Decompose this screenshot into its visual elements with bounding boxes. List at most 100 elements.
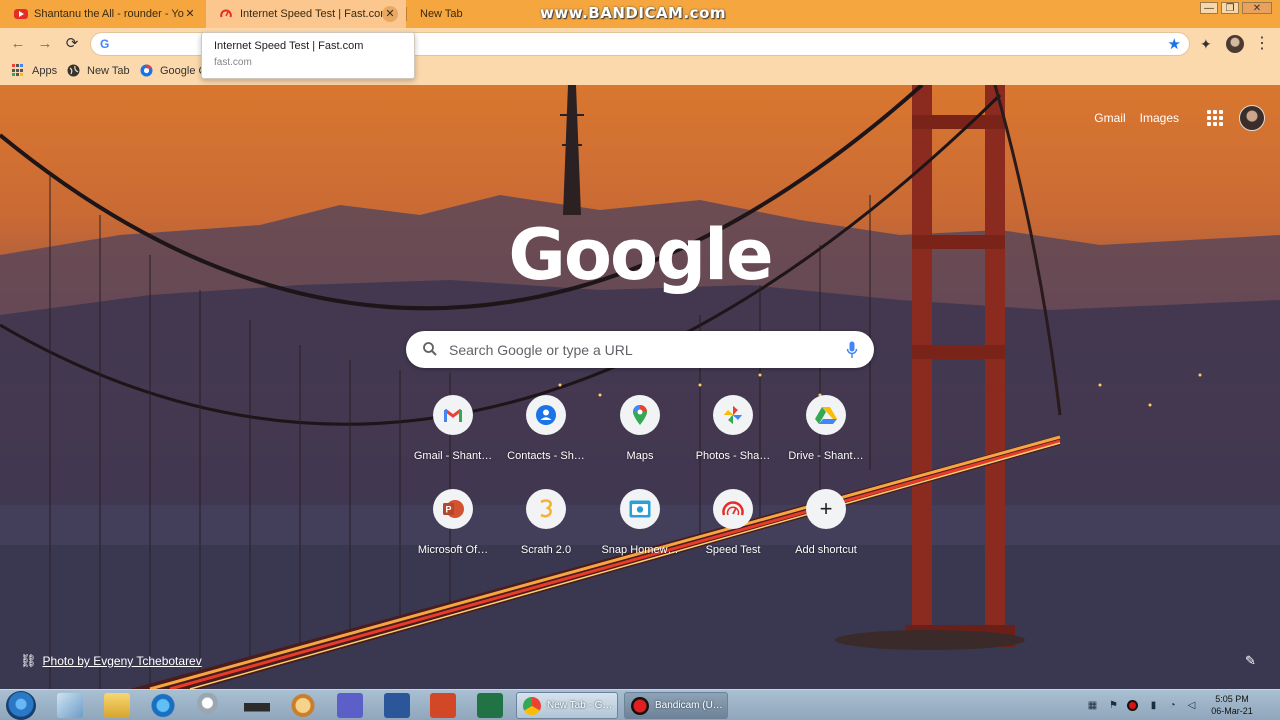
- close-window-button[interactable]: ✕: [1242, 2, 1272, 14]
- svg-text:P: P: [446, 505, 452, 515]
- microsoft-office-icon: P: [443, 500, 464, 518]
- customize-pencil-icon[interactable]: ✎: [1245, 653, 1261, 669]
- task-label: New Tab - G…: [547, 700, 613, 711]
- taskbar-task-bandicam[interactable]: Bandicam (U…: [624, 692, 728, 719]
- chrome-icon: [523, 696, 541, 715]
- bandicam-watermark: www.BANDICAM.com: [540, 4, 727, 22]
- search-input[interactable]: [449, 339, 829, 361]
- media-device-icon[interactable]: [244, 693, 270, 718]
- windows-start-button[interactable]: [6, 691, 36, 720]
- ntp-search-box[interactable]: [406, 331, 874, 368]
- tab-hover-card: Internet Speed Test | Fast.com fast.com: [201, 32, 415, 79]
- bookmark-new-tab[interactable]: New Tab: [67, 64, 130, 77]
- internet-explorer-icon[interactable]: [150, 693, 176, 718]
- google-logo: Google: [508, 214, 773, 296]
- shortcut-tile: +: [806, 489, 846, 529]
- tab-title: Shantanu the All - rounder - You: [34, 8, 184, 20]
- drive-icon: [815, 406, 837, 424]
- tray-flag-icon[interactable]: ⚑: [1108, 700, 1119, 711]
- photo-credit-link[interactable]: ⛓ Photo by Evgeny Tchebotarev: [20, 653, 202, 669]
- search-icon: [423, 342, 437, 356]
- maps-icon: [633, 405, 647, 425]
- extensions-puzzle-icon[interactable]: ✦: [1200, 36, 1216, 52]
- paint-icon[interactable]: [290, 693, 316, 718]
- bandicam-record-icon: [631, 696, 649, 715]
- shortcut-maps[interactable]: Maps: [593, 395, 687, 481]
- microsoft-excel-icon[interactable]: [477, 693, 503, 718]
- tab-close-button[interactable]: ✕: [182, 6, 198, 22]
- shortcut-tile: [713, 395, 753, 435]
- tray-wifi-icon[interactable]: ◔: [1167, 700, 1178, 711]
- bookmarks-bar: Apps New Tab Google C: [0, 60, 1280, 85]
- contacts-icon: [536, 405, 556, 425]
- back-button[interactable]: ←: [7, 33, 29, 55]
- shortcut-label: Drive - Shant…: [788, 450, 864, 462]
- tray-signal-icon[interactable]: ▮: [1148, 700, 1159, 711]
- images-link[interactable]: Images: [1140, 111, 1179, 125]
- chrome-menu-icon[interactable]: ⋮: [1254, 34, 1270, 54]
- link-icon: ⛓: [20, 653, 37, 668]
- tab-new-tab[interactable]: New Tab: [406, 0, 526, 28]
- youtube-icon: [14, 9, 28, 19]
- shortcut-tile: [433, 395, 473, 435]
- reload-button[interactable]: ⟳: [61, 33, 83, 55]
- hover-card-url: fast.com: [214, 57, 252, 68]
- shortcut-photos[interactable]: Photos - Sha…: [686, 395, 780, 481]
- taskbar-task-chrome[interactable]: New Tab - G…: [516, 692, 618, 719]
- shortcut-microsoft-office[interactable]: P Microsoft Of…: [406, 489, 500, 575]
- fast-speedometer-icon: [220, 9, 232, 18]
- shortcut-scratch[interactable]: Scrath 2.0: [499, 489, 593, 575]
- gmail-link[interactable]: Gmail: [1094, 111, 1125, 125]
- taskbar-clock[interactable]: 5:05 PM 06-Mar-21: [1206, 693, 1258, 717]
- shortcut-label: Gmail - Shant…: [413, 450, 493, 462]
- shortcut-tile: [806, 395, 846, 435]
- shortcut-drive[interactable]: Drive - Shant…: [779, 395, 873, 481]
- shortcut-label: Speed Test: [705, 544, 761, 556]
- tab-fast-com[interactable]: Internet Speed Test | Fast.com ✕: [206, 0, 406, 28]
- profile-avatar[interactable]: [1226, 35, 1244, 53]
- minimize-button[interactable]: —: [1200, 2, 1218, 14]
- shortcut-label: Photos - Sha…: [695, 450, 771, 462]
- forward-button[interactable]: →: [34, 33, 56, 55]
- voice-search-mic-icon[interactable]: [846, 341, 858, 359]
- microsoft-powerpoint-icon[interactable]: [430, 693, 456, 718]
- tab-title: New Tab: [420, 8, 463, 20]
- shortcut-label: Add shortcut: [795, 544, 857, 556]
- tab-strip: Shantanu the All - rounder - You ✕ Inter…: [0, 0, 1280, 28]
- photo-credit-text: Photo by Evgeny Tchebotarev: [42, 654, 202, 668]
- bookmark-apps[interactable]: Apps: [12, 64, 57, 77]
- clock-time: 5:05 PM: [1215, 694, 1249, 704]
- tray-network-icon[interactable]: ▦: [1087, 700, 1098, 711]
- shortcut-snap-homework[interactable]: Snap Homew…: [593, 489, 687, 575]
- chrome-icon: [140, 64, 153, 77]
- shortcut-gmail[interactable]: Gmail - Shant…: [406, 395, 500, 481]
- add-shortcut-button[interactable]: + Add shortcut: [779, 489, 873, 575]
- snipping-tool-icon[interactable]: [197, 693, 223, 718]
- camera-icon: [629, 500, 651, 518]
- shortcut-label: Scrath 2.0: [520, 544, 572, 556]
- speedometer-icon: [722, 501, 744, 516]
- google-apps-icon[interactable]: [1207, 110, 1223, 126]
- shortcut-tile: [620, 489, 660, 529]
- microsoft-teams-icon[interactable]: [337, 693, 363, 718]
- bookmark-google-c[interactable]: Google C: [140, 64, 206, 77]
- shortcut-speed-test[interactable]: Speed Test: [686, 489, 780, 575]
- google-account-avatar[interactable]: [1239, 105, 1265, 131]
- apps-grid-icon: [12, 64, 25, 77]
- bookmark-star-icon[interactable]: ★: [1168, 35, 1181, 53]
- globe-icon: [67, 64, 80, 77]
- browser-toolbar: ← → ⟳ G ★ ✦ ⋮: [0, 28, 1280, 60]
- hover-card-title: Internet Speed Test | Fast.com: [214, 40, 364, 52]
- restore-button[interactable]: ❐: [1221, 2, 1239, 14]
- tray-record-icon[interactable]: [1127, 700, 1138, 711]
- shortcut-label: Snap Homew…: [601, 544, 679, 556]
- tray-volume-icon[interactable]: ◁: [1186, 700, 1197, 711]
- tab-close-button[interactable]: ✕: [382, 6, 398, 22]
- show-desktop-icon[interactable]: [57, 693, 83, 718]
- new-tab-page: Gmail Images Google Gmail - Shant…: [0, 85, 1280, 689]
- microsoft-word-icon[interactable]: [384, 693, 410, 718]
- shortcut-label: Microsoft Of…: [417, 544, 489, 556]
- file-explorer-icon[interactable]: [104, 693, 130, 718]
- shortcut-contacts[interactable]: Contacts - Sh…: [499, 395, 593, 481]
- tab-youtube[interactable]: Shantanu the All - rounder - You ✕: [0, 0, 206, 28]
